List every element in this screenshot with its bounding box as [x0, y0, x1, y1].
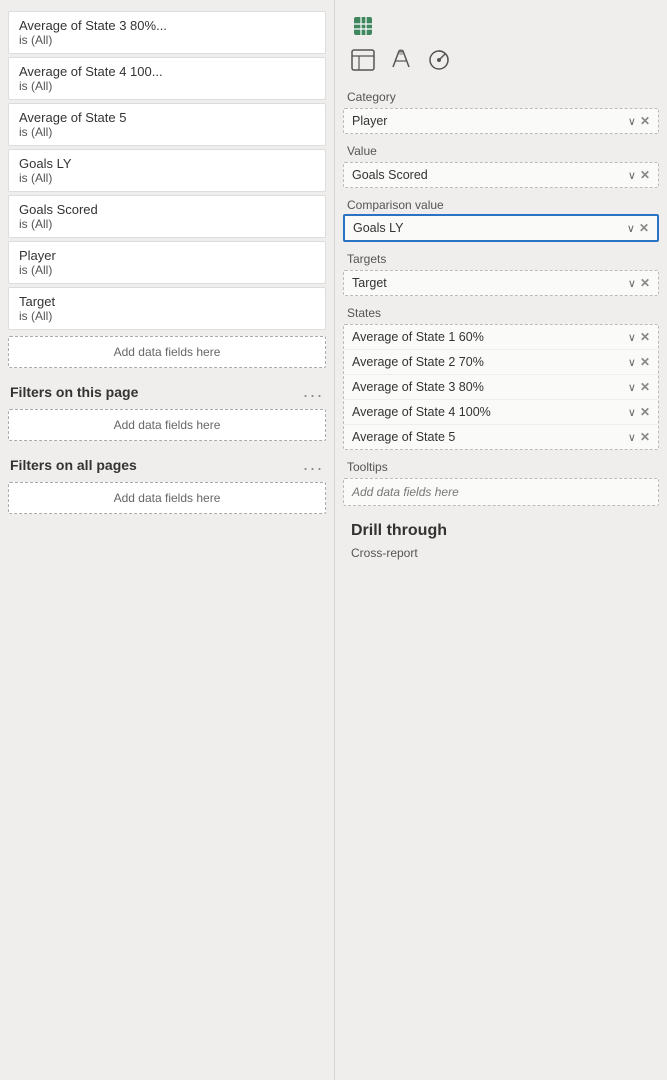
filter-card[interactable]: Targetis (All): [8, 287, 326, 330]
field-close-icon[interactable]: ✕: [640, 355, 650, 369]
filter-card[interactable]: Goals Scoredis (All): [8, 195, 326, 238]
filters-this-page-label: Filters on this page: [10, 384, 138, 400]
field-close-icon[interactable]: ✕: [640, 114, 650, 128]
filter-card[interactable]: Average of State 5is (All): [8, 103, 326, 146]
drill-through-title: Drill through: [351, 518, 651, 544]
fields-container: Category Player ∨ ✕ Value Goals Scored ∨…: [335, 82, 667, 1074]
field-item: Average of State 1 60% ∨ ✕: [344, 325, 658, 350]
field-item: Target ∨ ✕: [344, 271, 658, 295]
section-label: Value: [343, 140, 659, 160]
field-item: Average of State 2 70% ∨ ✕: [344, 350, 658, 375]
add-data-visual-button[interactable]: Add data fields here: [8, 336, 326, 368]
field-item: Player ∨ ✕: [344, 109, 658, 133]
field-close-icon[interactable]: ✕: [640, 168, 650, 182]
add-field-placeholder[interactable]: Add data fields here: [344, 479, 658, 505]
section-label: Targets: [343, 248, 659, 268]
left-panel: Average of State 3 80%...is (All)Average…: [0, 0, 335, 1080]
filter-card[interactable]: Average of State 3 80%...is (All): [8, 11, 326, 54]
add-data-this-page-button[interactable]: Add data fields here: [8, 409, 326, 441]
section-label: States: [343, 302, 659, 322]
field-drop-zone: Goals LY ∨ ✕: [343, 214, 659, 242]
visual-icon-small: [345, 10, 381, 42]
tab-analytics[interactable]: [421, 44, 457, 76]
tab-format[interactable]: [383, 44, 419, 76]
field-item: Average of State 4 100% ∨ ✕: [344, 400, 658, 425]
field-drop-zone: Target ∨ ✕: [343, 270, 659, 296]
filters-this-page-dots[interactable]: ...: [303, 381, 324, 402]
field-close-icon[interactable]: ✕: [639, 221, 649, 235]
filters-all-pages-header: Filters on all pages ...: [0, 444, 334, 479]
vis-icon-row: [335, 6, 667, 42]
field-item: Goals LY ∨ ✕: [345, 216, 657, 240]
filter-card[interactable]: Average of State 4 100...is (All): [8, 57, 326, 100]
field-chevron-icon[interactable]: ∨: [628, 356, 636, 369]
right-panel: Category Player ∨ ✕ Value Goals Scored ∨…: [335, 0, 667, 1080]
add-data-all-pages-button[interactable]: Add data fields here: [8, 482, 326, 514]
field-item: Average of State 3 80% ∨ ✕: [344, 375, 658, 400]
field-item: Goals Scored ∨ ✕: [344, 163, 658, 187]
section-label: Tooltips: [343, 456, 659, 476]
tab-fields[interactable]: [345, 44, 381, 76]
filter-card[interactable]: Goals LYis (All): [8, 149, 326, 192]
field-close-icon[interactable]: ✕: [640, 430, 650, 444]
filter-card[interactable]: Playeris (All): [8, 241, 326, 284]
filter-cards-container: Average of State 3 80%...is (All)Average…: [0, 8, 334, 333]
filters-this-page-header: Filters on this page ...: [0, 371, 334, 406]
field-chevron-icon[interactable]: ∨: [628, 406, 636, 419]
tab-icon-row: [335, 42, 667, 82]
field-chevron-icon[interactable]: ∨: [628, 277, 636, 290]
field-chevron-icon[interactable]: ∨: [628, 331, 636, 344]
field-drop-zone: Add data fields here: [343, 478, 659, 506]
field-chevron-icon[interactable]: ∨: [628, 169, 636, 182]
field-chevron-icon[interactable]: ∨: [628, 381, 636, 394]
filters-all-pages-dots[interactable]: ...: [303, 454, 324, 475]
field-close-icon[interactable]: ✕: [640, 405, 650, 419]
section-label: Comparison value: [343, 194, 659, 214]
field-chevron-icon[interactable]: ∨: [628, 115, 636, 128]
field-close-icon[interactable]: ✕: [640, 380, 650, 394]
section-label: Category: [343, 86, 659, 106]
field-drop-zone: Average of State 1 60% ∨ ✕ Average of St…: [343, 324, 659, 450]
filters-all-pages-label: Filters on all pages: [10, 457, 137, 473]
drill-through-sub: Cross-report: [351, 544, 651, 562]
field-chevron-icon[interactable]: ∨: [627, 222, 635, 235]
field-drop-zone: Goals Scored ∨ ✕: [343, 162, 659, 188]
field-item: Average of State 5 ∨ ✕: [344, 425, 658, 449]
field-chevron-icon[interactable]: ∨: [628, 431, 636, 444]
field-close-icon[interactable]: ✕: [640, 330, 650, 344]
field-drop-zone: Player ∨ ✕: [343, 108, 659, 134]
field-close-icon[interactable]: ✕: [640, 276, 650, 290]
drill-through-section: Drill through Cross-report: [343, 512, 659, 562]
